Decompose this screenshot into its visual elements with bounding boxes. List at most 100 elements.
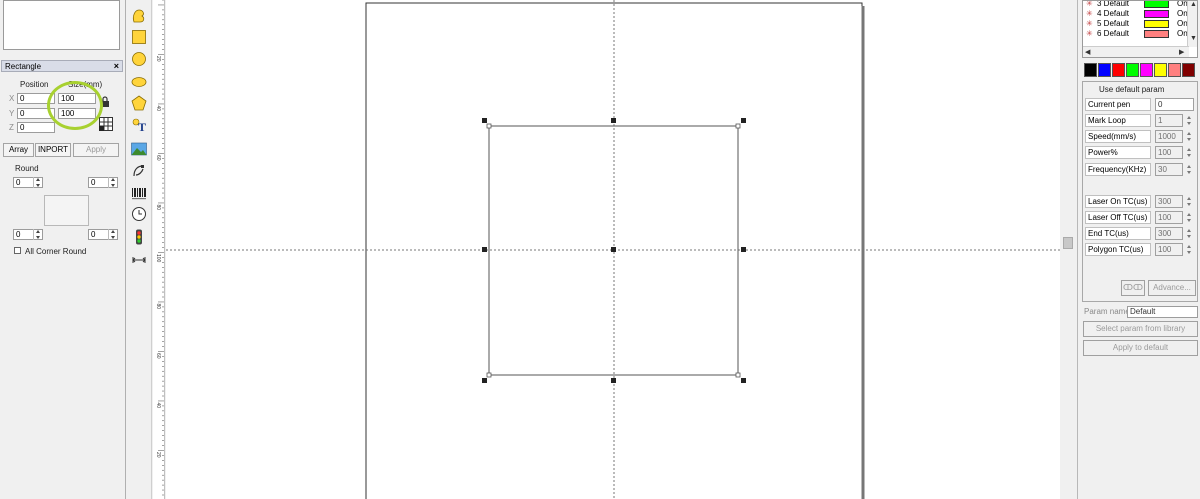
pen-list[interactable]: ✳ 3 Default On ✳ 4 Default On ✳ 5 Defaul… (1082, 0, 1198, 58)
advance-button[interactable]: Advance... (1148, 280, 1196, 296)
palette-color-swatch[interactable] (1098, 63, 1111, 77)
ruler-label: 20 (155, 56, 161, 62)
rectangle-tool-icon[interactable] (131, 29, 147, 45)
pen-color-swatch[interactable] (1144, 10, 1169, 18)
polygon-tool-icon[interactable] (131, 95, 147, 111)
pen-parameter-panel: ✳ 3 Default On ✳ 4 Default On ✳ 5 Defaul… (1077, 0, 1200, 499)
curve-tool-icon[interactable] (131, 8, 147, 24)
pen-marker-icon: ✳ (1086, 9, 1093, 18)
laser-off-tc-label: Laser Off TC(us) (1085, 211, 1151, 224)
mark-loop-spinner[interactable] (1184, 114, 1194, 127)
frequency-spinner[interactable] (1184, 163, 1194, 176)
power-input[interactable]: 100 (1155, 146, 1183, 159)
selection-handle[interactable] (611, 118, 616, 123)
selection-handle[interactable] (741, 378, 746, 383)
corner-node[interactable] (735, 123, 741, 129)
use-default-param-label: Use default param (1099, 85, 1165, 94)
vector-file-tool-icon[interactable] (131, 163, 147, 179)
selection-center-handle[interactable] (611, 247, 616, 252)
pen-list-vertical-scrollbar[interactable]: ▲ ▼ (1187, 1, 1197, 47)
pen-name: 5 Default (1097, 19, 1130, 28)
ruler-label: 60 (155, 155, 161, 161)
ruler-label: 80 (155, 304, 161, 310)
apply-button[interactable]: Apply (73, 143, 119, 157)
extend-axis-tool-icon[interactable] (131, 252, 147, 268)
scroll-left-icon[interactable]: ◀ (1085, 48, 1090, 56)
end-tc-spinner[interactable] (1184, 227, 1194, 240)
object-list[interactable] (3, 0, 120, 50)
scroll-up-icon[interactable]: ▲ (1190, 1, 1197, 8)
ruler-label: 80 (155, 205, 161, 211)
palette-color-swatch[interactable] (1126, 63, 1139, 77)
selection-handle[interactable] (611, 378, 616, 383)
lens-button[interactable]: ↀↀ (1121, 280, 1145, 296)
barcode-tool-icon[interactable] (131, 186, 147, 202)
corner-node[interactable] (486, 123, 492, 129)
corner-node[interactable] (486, 372, 492, 378)
round-bottom-left-spinner[interactable] (33, 229, 42, 240)
selection-handle[interactable] (741, 247, 746, 252)
panel-splitter[interactable] (1060, 0, 1076, 499)
selection-handle[interactable] (741, 118, 746, 123)
io-signal-tool-icon[interactable] (131, 229, 147, 245)
laser-off-tc-input[interactable]: 100 (1155, 211, 1183, 224)
array-button[interactable]: Array (3, 143, 34, 157)
pen-color-swatch[interactable] (1144, 1, 1169, 8)
property-panel: Rectangle × Position Size(mm) X Y Z 0 0 … (0, 0, 126, 499)
circle-tool-icon[interactable] (131, 51, 147, 67)
all-corner-round-label: All Corner Round (25, 247, 87, 256)
mark-loop-label: Mark Loop (1085, 114, 1151, 127)
palette-color-swatch[interactable] (1112, 63, 1125, 77)
selection-handle[interactable] (482, 378, 487, 383)
palette-color-swatch[interactable] (1084, 63, 1097, 77)
all-corner-round-checkbox[interactable] (14, 247, 21, 254)
list-item[interactable]: ✳ 3 Default On (1083, 1, 1197, 9)
round-bottom-right-spinner[interactable] (108, 229, 117, 240)
pen-color-swatch[interactable] (1144, 30, 1169, 38)
close-icon[interactable]: × (114, 61, 119, 71)
palette-color-swatch[interactable] (1140, 63, 1153, 77)
mark-loop-input[interactable]: 1 (1155, 114, 1183, 127)
laser-on-tc-input[interactable]: 300 (1155, 195, 1183, 208)
end-tc-label: End TC(us) (1085, 227, 1151, 240)
list-item[interactable]: ✳ 5 Default On (1083, 19, 1197, 29)
round-top-left-spinner[interactable] (33, 177, 42, 188)
current-pen-value: 0 (1155, 98, 1194, 111)
list-item[interactable]: ✳ 4 Default On (1083, 9, 1197, 19)
ruler-label: 60 (155, 353, 161, 359)
anchor-grid-icon[interactable] (99, 117, 113, 131)
param-name-input[interactable]: Default (1127, 306, 1198, 318)
palette-color-swatch[interactable] (1168, 63, 1181, 77)
scroll-right-icon[interactable]: ▶ (1179, 48, 1184, 56)
bitmap-tool-icon[interactable] (131, 141, 147, 157)
apply-to-default-button[interactable]: Apply to default (1083, 340, 1198, 356)
scroll-down-icon[interactable]: ▼ (1190, 35, 1197, 42)
select-param-from-library-button[interactable]: Select param from library (1083, 321, 1198, 337)
polygon-tc-input[interactable]: 100 (1155, 243, 1183, 256)
timer-tool-icon[interactable] (131, 206, 147, 222)
pen-list-horizontal-scrollbar[interactable]: ◀ ▶ (1083, 46, 1189, 57)
corner-preview (44, 195, 89, 226)
power-spinner[interactable] (1184, 146, 1194, 159)
round-top-right-spinner[interactable] (108, 177, 117, 188)
drawing-canvas[interactable] (166, 0, 1060, 499)
laser-off-tc-spinner[interactable] (1184, 211, 1194, 224)
frequency-input[interactable]: 30 (1155, 163, 1183, 176)
laser-on-tc-spinner[interactable] (1184, 195, 1194, 208)
splitter-grip[interactable] (1063, 237, 1073, 249)
selection-handle[interactable] (482, 118, 487, 123)
speed-spinner[interactable] (1184, 130, 1194, 143)
speed-input[interactable]: 1000 (1155, 130, 1183, 143)
palette-color-swatch[interactable] (1154, 63, 1167, 77)
position-z-input[interactable]: 0 (17, 122, 55, 133)
end-tc-input[interactable]: 300 (1155, 227, 1183, 240)
pen-color-swatch[interactable] (1144, 20, 1169, 28)
palette-color-swatch[interactable] (1182, 63, 1195, 77)
polygon-tc-spinner[interactable] (1184, 243, 1194, 256)
ellipse-tool-icon[interactable] (131, 74, 147, 90)
selection-handle[interactable] (482, 247, 487, 252)
corner-node[interactable] (735, 372, 741, 378)
text-tool-icon[interactable]: T (131, 117, 147, 134)
inport-button[interactable]: INPORT (35, 143, 71, 157)
list-item[interactable]: ✳ 6 Default On (1083, 29, 1197, 39)
